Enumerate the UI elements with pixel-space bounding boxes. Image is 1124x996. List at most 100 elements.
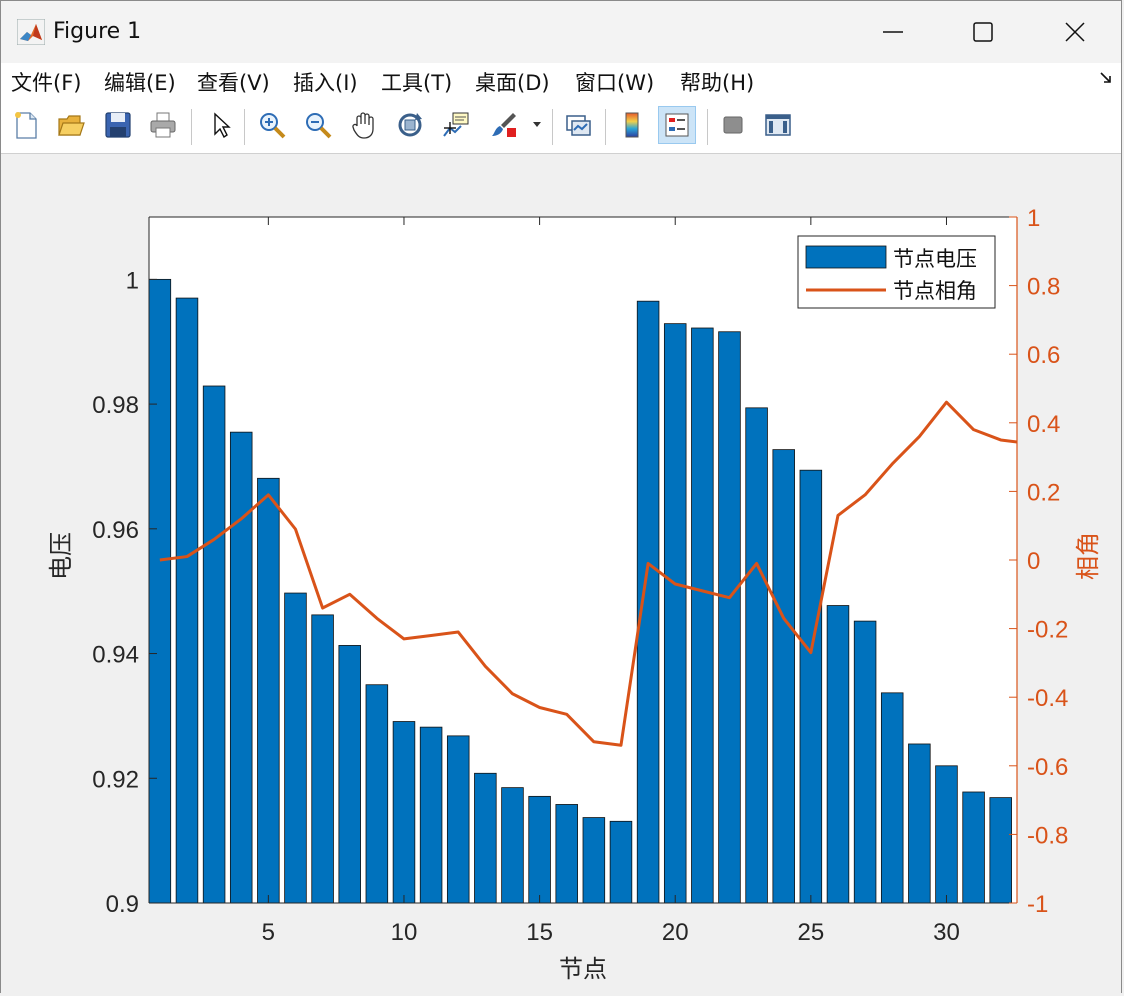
minimize-icon bbox=[883, 31, 903, 33]
y-tick-label: 0.96 bbox=[92, 517, 139, 544]
menu-view[interactable]: 查看(V) bbox=[197, 67, 270, 97]
data-tip-icon bbox=[443, 112, 469, 137]
menu-help[interactable]: 帮助(H) bbox=[680, 67, 754, 97]
figure-toolbar bbox=[1, 99, 1121, 154]
toolbar-separator bbox=[707, 109, 708, 145]
open-file-button[interactable] bbox=[52, 106, 90, 144]
bar bbox=[419, 726, 443, 903]
y2-tick-label: -1 bbox=[1027, 891, 1048, 918]
menu-window[interactable]: 窗口(W) bbox=[575, 67, 654, 97]
bar bbox=[311, 614, 334, 903]
brush-button[interactable] bbox=[485, 106, 523, 144]
toolbar-separator bbox=[552, 109, 553, 145]
colorbar-icon bbox=[625, 112, 639, 138]
link-plot-button[interactable] bbox=[559, 106, 597, 144]
maximize-icon bbox=[973, 22, 993, 42]
caret-down-icon bbox=[533, 122, 541, 127]
x-tick-label: 15 bbox=[526, 919, 553, 946]
y2-tick-label: 0.4 bbox=[1027, 411, 1060, 438]
bar bbox=[392, 721, 416, 903]
menu-tools[interactable]: 工具(T) bbox=[381, 67, 452, 97]
y-tick-label: 0.9 bbox=[106, 891, 139, 918]
y2-tick-label: -0.4 bbox=[1027, 685, 1068, 712]
zoom-out-button[interactable] bbox=[299, 106, 337, 144]
printer-icon bbox=[150, 112, 176, 138]
toolbar-separator bbox=[191, 109, 192, 145]
hide-plot-tools-icon bbox=[723, 116, 743, 134]
data-cursor-button[interactable] bbox=[437, 106, 475, 144]
bar bbox=[718, 331, 741, 903]
new-file-icon bbox=[15, 112, 37, 139]
legend-icon bbox=[665, 113, 689, 137]
toolbar-separator bbox=[605, 109, 606, 145]
y2-tick-label: 1 bbox=[1027, 205, 1040, 232]
bar bbox=[175, 297, 199, 903]
show-plot-tools-button[interactable] bbox=[759, 106, 797, 144]
menu-insert[interactable]: 插入(I) bbox=[293, 67, 358, 97]
y2-tick-label: -0.6 bbox=[1027, 754, 1068, 781]
bar bbox=[582, 817, 606, 903]
bar bbox=[691, 327, 714, 903]
bar bbox=[962, 791, 985, 903]
chart[interactable]: 5 10 15 20 25 300.90.920.940.960.981-1-0.8-0.… bbox=[1, 154, 1121, 992]
matlab-logo-icon bbox=[17, 19, 45, 45]
y2-axis-label: 相角 bbox=[1074, 532, 1102, 580]
bar bbox=[338, 645, 361, 903]
bar bbox=[501, 787, 524, 903]
rotate-3d-button[interactable] bbox=[391, 106, 429, 144]
edit-plot-button[interactable] bbox=[201, 106, 239, 144]
folder-open-icon bbox=[58, 115, 85, 136]
y-tick-label: 0.92 bbox=[92, 766, 139, 793]
y-tick-label: 0.98 bbox=[92, 392, 139, 419]
insert-colorbar-button[interactable] bbox=[613, 106, 651, 144]
bar bbox=[772, 449, 795, 903]
new-figure-button[interactable] bbox=[7, 106, 45, 144]
y-tick-label: 0.94 bbox=[92, 642, 139, 669]
title-bar[interactable]: Figure 1 bbox=[1, 1, 1121, 63]
menu-bar: 文件(F) 编辑(E) 查看(V) 插入(I) 工具(T) 桌面(D) 窗口(W… bbox=[1, 63, 1121, 99]
bar bbox=[636, 300, 660, 903]
figure-canvas: 5 10 15 20 25 30 0.9 0.92 0.94 0.96 0.98 1 -1 -0.8 -0.… bbox=[1, 154, 1121, 994]
print-figure-button[interactable] bbox=[144, 106, 182, 144]
brush-dropdown-button[interactable] bbox=[527, 106, 547, 144]
zoom-out-icon bbox=[306, 113, 332, 139]
y2-tick-label: 0 bbox=[1027, 548, 1040, 575]
bar bbox=[149, 278, 172, 903]
x-tick-label: 25 bbox=[797, 919, 824, 946]
y2-tick-label: -0.2 bbox=[1027, 617, 1068, 644]
legend[interactable]: 节点电压节点相角 bbox=[797, 235, 996, 309]
zoom-in-button[interactable] bbox=[253, 106, 291, 144]
bar bbox=[853, 620, 877, 903]
rotate-icon bbox=[398, 113, 422, 137]
x-axis-label: 节点 bbox=[559, 955, 607, 983]
bar bbox=[908, 743, 931, 903]
maximize-button[interactable] bbox=[937, 1, 1029, 63]
bar bbox=[989, 797, 1012, 903]
legend-label-angle: 节点相角 bbox=[893, 279, 977, 303]
hide-plot-tools-button[interactable] bbox=[714, 106, 752, 144]
bar bbox=[935, 765, 958, 903]
bar bbox=[609, 820, 633, 903]
close-button[interactable] bbox=[1029, 1, 1121, 63]
bar bbox=[1016, 799, 1017, 903]
bar bbox=[663, 323, 687, 903]
y2-tick-label: 0.2 bbox=[1027, 479, 1060, 506]
dock-arrow-icon[interactable] bbox=[1099, 71, 1113, 85]
x-tick-label: 30 bbox=[933, 919, 960, 946]
y2-tick-label: 0.8 bbox=[1027, 274, 1060, 301]
pan-button[interactable] bbox=[345, 106, 383, 144]
menu-edit[interactable]: 编辑(E) bbox=[104, 67, 176, 97]
bar bbox=[229, 431, 253, 903]
link-plot-icon bbox=[566, 115, 591, 136]
zoom-in-icon bbox=[260, 113, 286, 139]
legend-bar-swatch bbox=[805, 245, 887, 269]
menu-desktop[interactable]: 桌面(D) bbox=[475, 67, 550, 97]
bar bbox=[202, 385, 226, 903]
insert-legend-button[interactable] bbox=[658, 106, 696, 144]
x-tick-label: 20 bbox=[662, 919, 689, 946]
menu-file[interactable]: 文件(F) bbox=[11, 67, 81, 97]
y2-tick-label: -0.8 bbox=[1027, 822, 1068, 849]
minimize-button[interactable] bbox=[847, 1, 939, 63]
bar bbox=[446, 735, 470, 903]
save-figure-button[interactable] bbox=[99, 106, 137, 144]
